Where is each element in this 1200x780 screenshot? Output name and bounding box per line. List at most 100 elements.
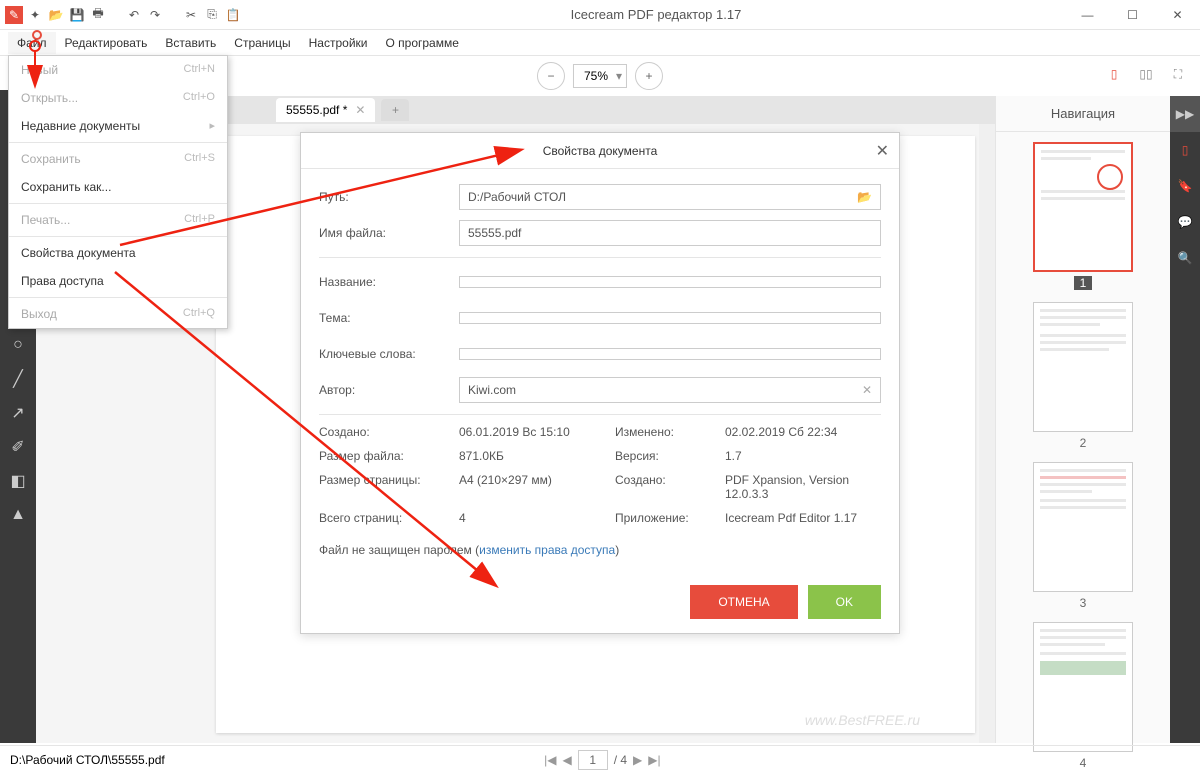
pages-tab-icon[interactable]: ▯ [1170, 132, 1200, 168]
tool-eraser-icon[interactable]: ◧ [0, 464, 36, 498]
dialog-title: Свойства документа [543, 144, 658, 158]
value-application: Icecream Pdf Editor 1.17 [725, 511, 881, 525]
comments-tab-icon[interactable]: 💬 [1170, 204, 1200, 240]
dialog-title-bar: Свойства документа ✕ [301, 133, 899, 169]
title-bar: ✎ ✦ 📂 💾 🖶 ↶ ↷ ✂ ⎘ 📋 Icecream PDF редакто… [0, 0, 1200, 30]
page-thumbnail[interactable]: 2 [1033, 302, 1133, 450]
maximize-button[interactable]: ☐ [1110, 0, 1155, 30]
label-name: Название: [319, 275, 459, 289]
copy-icon[interactable]: ⎘ [203, 6, 221, 24]
cut-icon[interactable]: ✂ [182, 6, 200, 24]
label-subject: Тема: [319, 311, 459, 325]
zoom-controls: − 75% + [537, 62, 663, 90]
bookmarks-tab-icon[interactable]: 🔖 [1170, 168, 1200, 204]
browse-icon[interactable]: 📂 [857, 190, 872, 204]
label-modified: Изменено: [615, 425, 725, 439]
menu-edit[interactable]: Редактировать [56, 32, 157, 54]
value-version: 1.7 [725, 449, 881, 463]
menu-item-recent[interactable]: Недавние документы▸ [9, 112, 227, 140]
menu-about[interactable]: О программе [376, 32, 467, 54]
field-keywords[interactable] [459, 348, 881, 360]
watermark: www.BestFREE.ru [805, 712, 920, 728]
field-path[interactable]: D:/Рабочий СТОЛ📂 [459, 184, 881, 210]
menu-bar: Файл Редактировать Вставить Страницы Нас… [0, 30, 1200, 56]
next-page-button[interactable]: ▶ [633, 753, 642, 767]
zoom-in-button[interactable]: + [635, 62, 663, 90]
zoom-out-button[interactable]: − [537, 62, 565, 90]
navigation-title: Навигация [996, 96, 1170, 132]
prev-page-button[interactable]: ◀ [562, 753, 571, 767]
menu-item-properties[interactable]: Свойства документа [9, 239, 227, 267]
undo-icon[interactable]: ↶ [125, 6, 143, 24]
tool-stamp-icon[interactable]: ▲ [0, 498, 36, 532]
document-tab[interactable]: 55555.pdf * ✕ [276, 98, 375, 122]
tool-line-icon[interactable]: ╱ [0, 362, 36, 396]
menu-settings[interactable]: Настройки [300, 32, 377, 54]
close-button[interactable]: ✕ [1155, 0, 1200, 30]
menu-item-save[interactable]: СохранитьCtrl+S [9, 145, 227, 173]
value-created: 06.01.2019 Вс 15:10 [459, 425, 615, 439]
add-tab-button[interactable]: + [381, 99, 409, 121]
collapse-panel-icon[interactable]: ▶▶ [1170, 96, 1200, 132]
page-total: / 4 [614, 753, 627, 767]
label-creator: Создано: [615, 473, 725, 501]
minimize-button[interactable]: — [1065, 0, 1110, 30]
change-permissions-link[interactable]: изменить права доступа [479, 543, 615, 557]
close-tab-icon[interactable]: ✕ [355, 103, 365, 117]
menu-pages[interactable]: Страницы [225, 32, 299, 54]
page-thumbnail[interactable]: 3 [1033, 462, 1133, 610]
print-icon[interactable]: 🖶 [89, 6, 107, 24]
field-subject[interactable] [459, 312, 881, 324]
paste-icon[interactable]: 📋 [224, 6, 242, 24]
view-single-icon[interactable]: ▯ [1102, 62, 1126, 86]
menu-insert[interactable]: Вставить [156, 32, 225, 54]
label-keywords: Ключевые слова: [319, 347, 459, 361]
page-navigator: |◀ ◀ 1 / 4 ▶ ▶| [544, 750, 661, 770]
fullscreen-icon[interactable]: ⛶ [1166, 62, 1190, 86]
view-double-icon[interactable]: ▯▯ [1134, 62, 1158, 86]
menu-item-saveas[interactable]: Сохранить как... [9, 173, 227, 201]
open-icon[interactable]: 📂 [47, 6, 65, 24]
menu-item-print[interactable]: Печать...Ctrl+P [9, 206, 227, 234]
field-filename[interactable]: 55555.pdf [459, 220, 881, 246]
value-modified: 02.02.2019 Сб 22:34 [725, 425, 881, 439]
new-doc-icon[interactable]: ✦ [26, 6, 44, 24]
label-path: Путь: [319, 190, 459, 204]
menu-file[interactable]: Файл [8, 32, 56, 54]
status-path: D:\Рабочий СТОЛ\55555.pdf [10, 753, 165, 767]
vertical-scrollbar[interactable] [979, 124, 995, 743]
menu-item-open[interactable]: Открыть...Ctrl+O [9, 84, 227, 112]
tool-arrow-icon[interactable]: ↗ [0, 396, 36, 430]
navigation-panel: Навигация 1 2 3 4 [995, 96, 1170, 743]
field-name[interactable] [459, 276, 881, 288]
tool-pencil-icon[interactable]: ✐ [0, 430, 36, 464]
first-page-button[interactable]: |◀ [544, 753, 556, 767]
label-application: Приложение: [615, 511, 725, 525]
menu-item-exit[interactable]: ВыходCtrl+Q [9, 300, 227, 328]
label-version: Версия: [615, 449, 725, 463]
save-icon[interactable]: 💾 [68, 6, 86, 24]
file-dropdown: НовыйCtrl+N Открыть...Ctrl+O Недавние до… [8, 55, 228, 329]
search-tab-icon[interactable]: 🔍 [1170, 240, 1200, 276]
dialog-close-icon[interactable]: ✕ [876, 141, 889, 161]
clear-icon[interactable]: ✕ [862, 383, 872, 397]
menu-item-permissions[interactable]: Права доступа [9, 267, 227, 295]
app-icon: ✎ [5, 6, 23, 24]
value-creator: PDF Xpansion, Version 12.0.3.3 [725, 473, 881, 501]
menu-item-new[interactable]: НовыйCtrl+N [9, 56, 227, 84]
tool-circle-icon[interactable]: ○ [0, 328, 36, 362]
ok-button[interactable]: OK [808, 585, 881, 619]
label-pagesize: Размер страницы: [319, 473, 459, 501]
document-tab-label: 55555.pdf * [286, 103, 347, 117]
page-input[interactable]: 1 [578, 750, 608, 770]
status-bar: D:\Рабочий СТОЛ\55555.pdf |◀ ◀ 1 / 4 ▶ ▶… [0, 745, 1200, 773]
redo-icon[interactable]: ↷ [146, 6, 164, 24]
cancel-button[interactable]: ОТМЕНА [690, 585, 797, 619]
field-author[interactable]: Kiwi.com✕ [459, 377, 881, 403]
zoom-select[interactable]: 75% [573, 64, 627, 88]
view-controls: ▯ ▯▯ ⛶ [1102, 62, 1190, 86]
page-thumbnail[interactable]: 1 [1033, 142, 1133, 290]
value-pagesize: A4 (210×297 мм) [459, 473, 615, 501]
last-page-button[interactable]: ▶| [648, 753, 660, 767]
label-filename: Имя файла: [319, 226, 459, 240]
